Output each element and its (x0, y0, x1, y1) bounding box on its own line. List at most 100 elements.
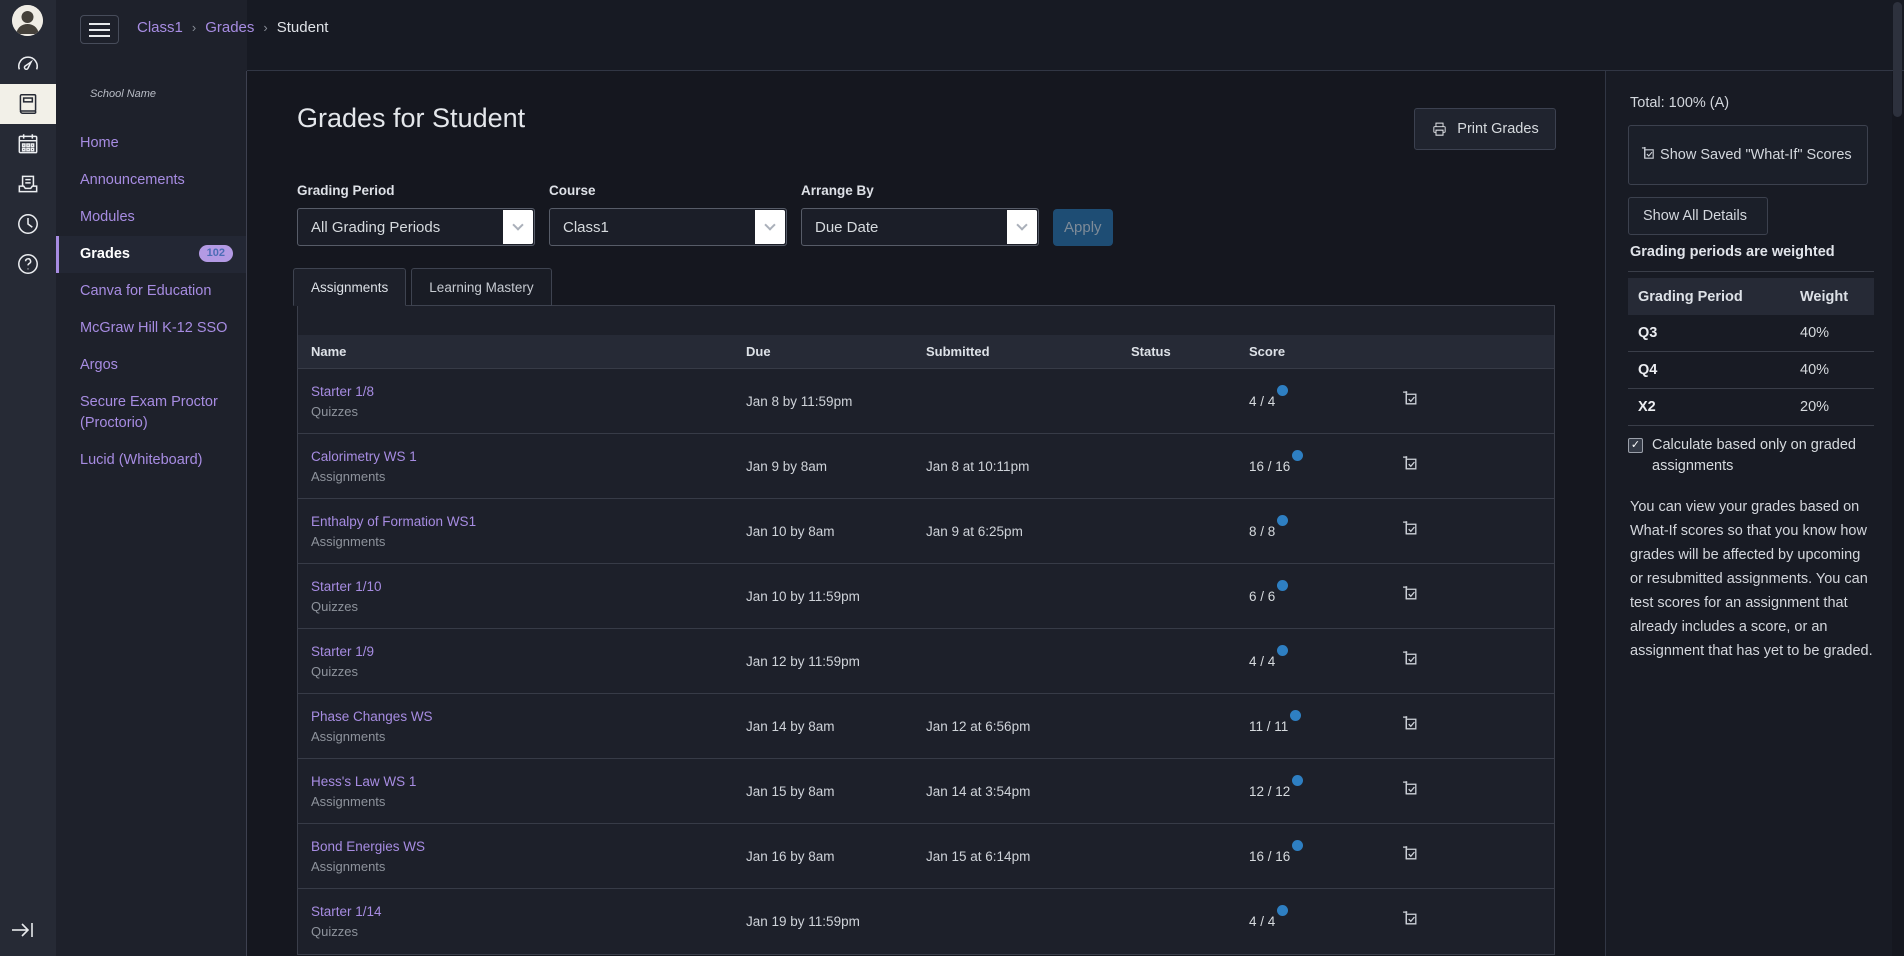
sidebar-item-label: Grades (80, 246, 130, 262)
assignment-link[interactable]: Starter 1/9 (311, 644, 374, 659)
what-if-description: You can view your grades based on What-I… (1630, 495, 1876, 663)
tab[interactable]: Assignments (293, 268, 406, 306)
history-icon[interactable] (0, 204, 56, 244)
assignment-link[interactable]: Enthalpy of Formation WS1 (311, 514, 476, 529)
sidebar-item-label: Home (80, 135, 119, 151)
dashboard-icon[interactable] (0, 44, 56, 84)
filter-label: Arrange By (801, 183, 1039, 198)
score-value: 12 / 12 (1249, 784, 1290, 799)
assignment-link[interactable]: Calorimetry WS 1 (311, 449, 417, 464)
filter-select[interactable]: Class1 (549, 208, 787, 246)
column-header-due: Due (746, 344, 926, 359)
assignment-link[interactable]: Starter 1/8 (311, 384, 374, 399)
submitted-date: Jan 14 at 3:54pm (926, 784, 1131, 799)
due-date: Jan 14 by 8am (746, 719, 926, 734)
top-bar (247, 0, 1904, 70)
assignment-link[interactable]: Hess's Law WS 1 (311, 774, 416, 789)
what-if-score-icon[interactable] (1402, 585, 1419, 602)
new-grade-indicator (1277, 385, 1288, 396)
sidebar-item-label: Modules (80, 209, 135, 225)
what-if-score-icon[interactable] (1402, 455, 1419, 472)
score-cell: 4 / 4 (1249, 914, 1394, 929)
breadcrumb-link[interactable]: Student (277, 19, 329, 36)
sidebar-item[interactable]: Modules (56, 199, 247, 236)
assignment-category: Assignments (311, 469, 746, 484)
inbox-icon[interactable] (0, 164, 56, 204)
score-value: 4 / 4 (1249, 394, 1275, 409)
weights-table: Grading Period Weight Q3 40% Q4 40% (1628, 278, 1874, 426)
grading-period-weight: 40% (1790, 325, 1874, 341)
table-header-row: Name Due Submitted Status Score (298, 335, 1554, 368)
breadcrumb-separator: › (263, 20, 267, 35)
score-cell: 12 / 12 (1249, 784, 1394, 799)
assignment-link[interactable]: Phase Changes WS (311, 709, 433, 724)
what-if-score-icon[interactable] (1402, 520, 1419, 537)
what-if-score-icon[interactable] (1402, 390, 1419, 407)
assignment-link[interactable]: Starter 1/10 (311, 579, 382, 594)
assignment-category: Assignments (311, 859, 746, 874)
score-cell: 4 / 4 (1249, 654, 1394, 669)
what-if-score-icon[interactable] (1402, 910, 1419, 927)
filter-select[interactable]: All Grading Periods (297, 208, 535, 246)
score-value: 16 / 16 (1249, 459, 1290, 474)
score-cell: 8 / 8 (1249, 524, 1394, 539)
sidebar-item[interactable]: Secure Exam Proctor (Proctorio) (56, 384, 247, 442)
what-if-score-icon[interactable] (1402, 650, 1419, 667)
breadcrumb-link[interactable]: Grades (205, 19, 254, 36)
due-date: Jan 10 by 8am (746, 524, 926, 539)
submitted-date: Jan 12 at 6:56pm (926, 719, 1131, 734)
grading-period-name: Q4 (1628, 362, 1790, 378)
global-navigation-rail (0, 0, 56, 956)
sidebar-item[interactable]: Lucid (Whiteboard) (56, 442, 247, 479)
table-row: Phase Changes WS Assignments Jan 14 by 8… (298, 693, 1554, 758)
grading-period-name: X2 (1628, 399, 1790, 415)
assignment-category: Assignments (311, 534, 746, 549)
assignment-category: Quizzes (311, 404, 746, 419)
new-grade-indicator (1277, 905, 1288, 916)
sidebar-item[interactable]: Home (56, 125, 247, 162)
print-grades-button[interactable]: Print Grades (1414, 108, 1556, 150)
printer-icon (1431, 121, 1448, 138)
grade-filters: Grading Period All Grading Periods Cours… (297, 183, 1113, 246)
breadcrumb-link[interactable]: Class1 (137, 19, 183, 36)
show-all-details-button[interactable]: Show All Details (1628, 197, 1768, 235)
checkbox-checked[interactable]: ✓ (1628, 438, 1643, 453)
new-grade-indicator (1292, 840, 1303, 851)
score-cell: 16 / 16 (1249, 849, 1394, 864)
chevron-down-icon (755, 210, 785, 244)
assignment-link[interactable]: Bond Energies WS (311, 839, 425, 854)
scrollbar-thumb[interactable] (1893, 2, 1902, 117)
page-title: Grades for Student (297, 103, 525, 134)
tab[interactable]: Learning Mastery (411, 268, 551, 306)
sidebar-item[interactable]: Announcements (56, 162, 247, 199)
column-header-status: Status (1131, 344, 1249, 359)
score-cell: 4 / 4 (1249, 394, 1394, 409)
what-if-score-icon[interactable] (1402, 845, 1419, 862)
calendar-icon[interactable] (0, 124, 56, 164)
sidebar-item[interactable]: Canva for Education (56, 273, 247, 310)
sidebar-item[interactable]: McGraw Hill K-12 SSO (56, 310, 247, 347)
main-content: Grades for Student Print Grades Grading … (247, 71, 1605, 956)
table-row: Starter 1/14 Quizzes Jan 19 by 11:59pm 4… (298, 888, 1554, 953)
total-grade: Total: 100% (A) (1630, 95, 1729, 111)
avatar[interactable] (12, 5, 43, 36)
score-value: 16 / 16 (1249, 849, 1290, 864)
sidebar-item[interactable]: Argos (56, 347, 247, 384)
hamburger-menu-icon[interactable] (80, 15, 119, 44)
score-value: 4 / 4 (1249, 654, 1275, 669)
sidebar-item[interactable]: 102 Grades (56, 236, 247, 273)
what-if-score-icon[interactable] (1402, 715, 1419, 732)
grading-period-weight: 20% (1790, 399, 1874, 415)
chevron-down-icon (503, 210, 533, 244)
new-grade-indicator (1277, 645, 1288, 656)
filter-select[interactable]: Due Date (801, 208, 1039, 246)
help-icon[interactable] (0, 244, 56, 284)
user-photo (12, 5, 43, 36)
show-what-if-button[interactable]: Show Saved "What-If" Scores (1628, 125, 1868, 185)
what-if-score-icon[interactable] (1402, 780, 1419, 797)
apply-button[interactable]: Apply (1053, 209, 1113, 246)
courses-icon[interactable] (0, 84, 56, 124)
chevron-down-icon (1007, 210, 1037, 244)
expand-navigation-icon[interactable] (10, 916, 46, 944)
assignment-link[interactable]: Starter 1/14 (311, 904, 382, 919)
